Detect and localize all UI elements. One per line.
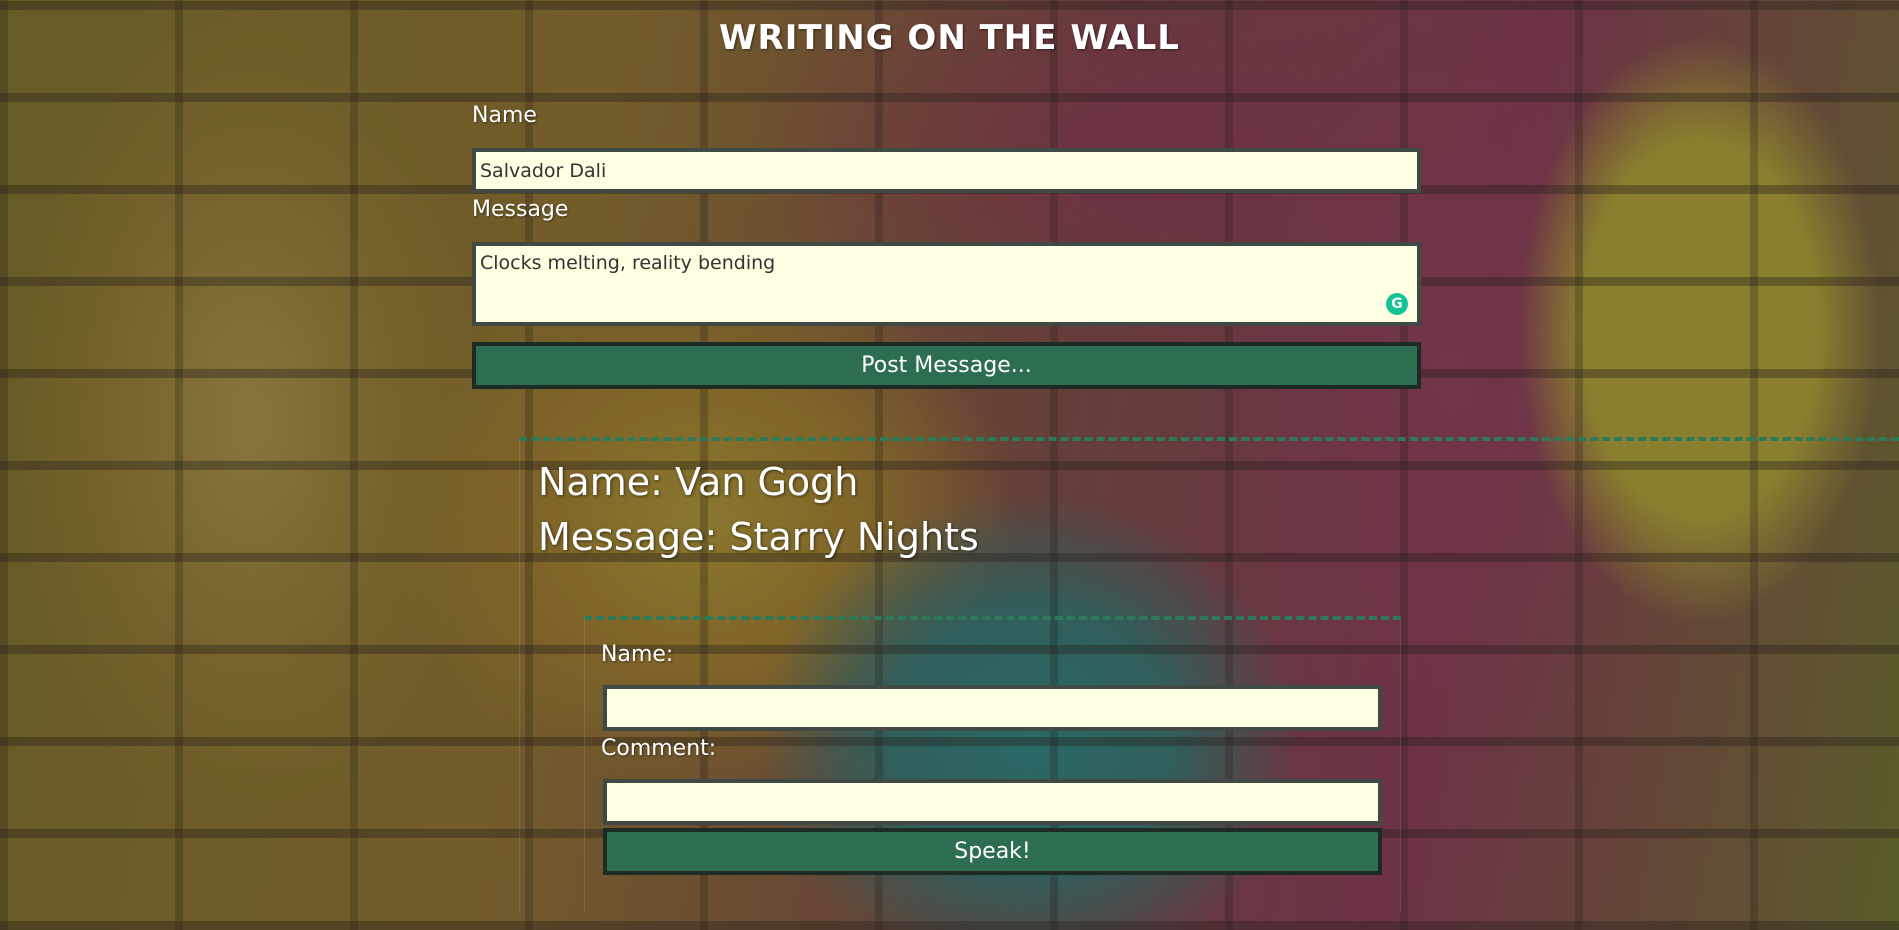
page-content: WRITING ON THE WALL Name Message Clocks … [0, 0, 1899, 930]
comment-input[interactable] [603, 779, 1382, 825]
comment-name-input[interactable] [603, 685, 1382, 731]
grammarly-icon[interactable]: G [1386, 293, 1408, 315]
page-title: WRITING ON THE WALL [719, 18, 1180, 58]
speak-button[interactable]: Speak! [603, 828, 1382, 875]
message-label: Message [472, 197, 569, 222]
post-message-button[interactable]: Post Message... [472, 342, 1421, 389]
name-input[interactable] [472, 148, 1421, 193]
message-textarea[interactable]: Clocks melting, reality bending [472, 242, 1421, 326]
comment-name-label: Name: [601, 642, 674, 667]
post-message: Message: Starry Nights [538, 515, 979, 559]
post-author: Name: Van Gogh [538, 460, 859, 504]
comment-label: Comment: [601, 736, 717, 761]
name-label: Name [472, 103, 537, 128]
